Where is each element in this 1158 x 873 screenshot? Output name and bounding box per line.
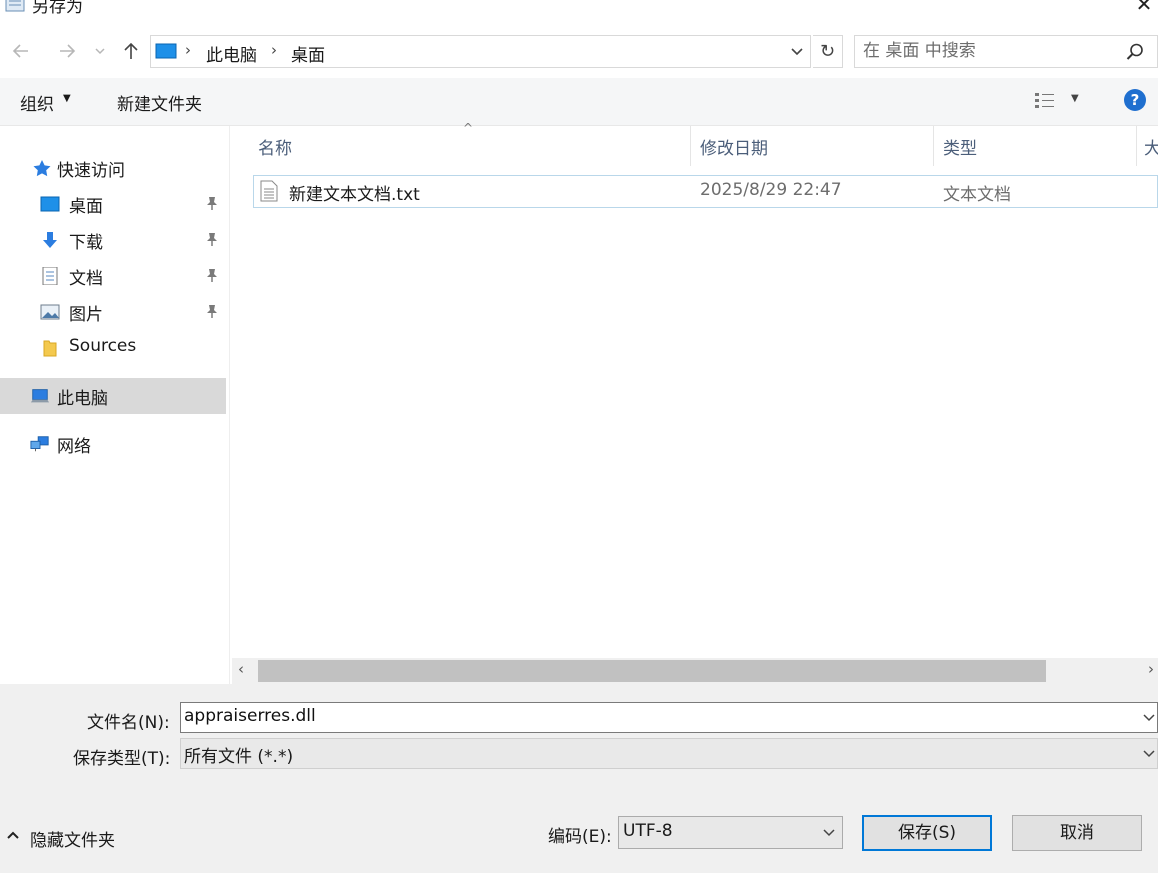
- refresh-button[interactable]: ↻: [813, 35, 843, 68]
- save-form-panel: 文件名(N): 保存类型(T): 所有文件 (*.*) 隐藏文件夹 编码(E):…: [0, 684, 1158, 873]
- text-file-icon: [260, 180, 278, 202]
- forward-button[interactable]: [54, 40, 80, 66]
- nav-item-label: Sources: [69, 336, 137, 356]
- up-button[interactable]: [118, 40, 144, 66]
- help-icon[interactable]: ?: [1124, 89, 1146, 111]
- nav-item-sources[interactable]: Sources: [0, 330, 226, 366]
- scroll-right-icon[interactable]: ›: [1148, 660, 1154, 678]
- column-divider[interactable]: [690, 126, 691, 166]
- nav-network-label: 网络: [57, 437, 91, 457]
- nav-network[interactable]: 网络: [0, 426, 226, 462]
- details-view-icon[interactable]: [1034, 92, 1056, 110]
- back-button[interactable]: [8, 40, 34, 66]
- chevron-up-icon: [6, 828, 20, 846]
- pin-icon[interactable]: [204, 195, 220, 211]
- view-options-caret-icon[interactable]: ▼: [1071, 93, 1079, 104]
- star-icon: [33, 160, 51, 177]
- recent-locations-button[interactable]: [90, 40, 110, 66]
- encoding-label: 编码(E):: [548, 827, 612, 847]
- scrollbar-thumb[interactable]: [258, 660, 1046, 682]
- computer-icon: [30, 389, 50, 403]
- close-icon: ✕: [1135, 0, 1153, 16]
- filetype-select[interactable]: 所有文件 (*.*): [180, 738, 1158, 769]
- column-header-name[interactable]: 名称: [258, 134, 292, 159]
- search-box[interactable]: [854, 35, 1158, 68]
- nav-quick-access[interactable]: 快速访问: [0, 150, 226, 186]
- breadcrumb-desktop[interactable]: 桌面: [291, 41, 325, 66]
- sort-ascending-icon: ^: [463, 121, 474, 135]
- nav-item-label: 桌面: [69, 197, 103, 217]
- organize-button[interactable]: 组织: [20, 90, 54, 115]
- search-icon[interactable]: [1125, 42, 1145, 62]
- nav-item-documents[interactable]: 文档: [0, 258, 226, 294]
- breadcrumb-this-pc[interactable]: 此电脑: [206, 41, 257, 66]
- pin-icon[interactable]: [204, 267, 220, 283]
- nav-item-label: 文档: [69, 269, 103, 289]
- caret-down-icon: ▼: [63, 93, 71, 104]
- cancel-button[interactable]: 取消: [1012, 815, 1142, 851]
- chevron-down-icon: [95, 48, 105, 55]
- address-bar[interactable]: › 此电脑 › 桌面: [150, 35, 811, 68]
- scroll-left-icon[interactable]: ‹: [238, 660, 244, 678]
- column-divider[interactable]: [1136, 126, 1137, 166]
- arrow-up-icon: [124, 42, 138, 59]
- chevron-down-icon: [821, 824, 837, 846]
- chevron-down-icon[interactable]: [1141, 709, 1157, 731]
- arrow-right-icon: [60, 44, 76, 58]
- nav-quick-access-label: 快速访问: [57, 161, 125, 181]
- column-header-type[interactable]: 类型: [943, 134, 977, 159]
- pin-icon[interactable]: [204, 231, 220, 247]
- encoding-select[interactable]: UTF-8: [618, 816, 843, 849]
- filetype-value: 所有文件 (*.*): [184, 747, 294, 767]
- new-folder-button[interactable]: 新建文件夹: [117, 90, 202, 115]
- folder-icon: [43, 340, 57, 357]
- toolbar: 组织 ▼ 新建文件夹 ▼ ?: [0, 78, 1158, 126]
- search-input[interactable]: [863, 41, 1113, 61]
- nav-item-downloads[interactable]: 下载: [0, 222, 226, 258]
- filename-input[interactable]: [184, 706, 1124, 726]
- refresh-icon: ↻: [819, 41, 836, 62]
- close-button[interactable]: ✕: [1130, 0, 1158, 18]
- window-title: 另存为: [32, 0, 83, 17]
- nav-item-label: 图片: [69, 305, 103, 325]
- arrow-left-icon: [12, 44, 28, 58]
- horizontal-scrollbar[interactable]: ‹ ›: [232, 658, 1158, 684]
- nav-item-desktop[interactable]: 桌面: [0, 186, 226, 222]
- address-dropdown-icon[interactable]: [789, 40, 805, 66]
- pin-icon[interactable]: [204, 303, 220, 319]
- nav-item-pictures[interactable]: 图片: [0, 294, 226, 330]
- column-header-size[interactable]: 大: [1144, 134, 1158, 159]
- nav-item-label: 下载: [69, 233, 103, 253]
- filename-combobox[interactable]: [180, 702, 1158, 733]
- chevron-right-icon: ›: [271, 41, 277, 59]
- title-bar: 另存为 ✕: [0, 0, 1158, 30]
- column-divider[interactable]: [933, 126, 934, 166]
- nav-this-pc[interactable]: 此电脑: [0, 378, 226, 414]
- file-name: 新建文本文档.txt: [289, 185, 420, 205]
- desktop-icon: [40, 196, 60, 212]
- chevron-down-icon[interactable]: [1141, 745, 1157, 767]
- chevron-right-icon: ›: [185, 41, 191, 59]
- monitor-icon: [155, 43, 177, 59]
- save-button[interactable]: 保存(S): [862, 815, 992, 851]
- encoding-value: UTF-8: [623, 821, 673, 841]
- filetype-label: 保存类型(T):: [73, 749, 171, 769]
- navigation-pane: 快速访问 桌面 下载 文档 图片 Sources 此电脑 网络: [0, 126, 230, 684]
- file-row[interactable]: 新建文本文档.txt 2025/8/29 22:47 文本文档: [253, 175, 1158, 208]
- filename-label: 文件名(N):: [87, 713, 170, 733]
- notepad-icon: [5, 0, 25, 12]
- hide-folders-label: 隐藏文件夹: [30, 831, 115, 851]
- column-header-modified[interactable]: 修改日期: [700, 134, 768, 159]
- nav-this-pc-label: 此电脑: [57, 389, 108, 409]
- file-type: 文本文档: [943, 185, 1011, 205]
- picture-icon: [40, 304, 60, 320]
- download-icon: [43, 232, 57, 248]
- network-icon: [30, 436, 49, 452]
- file-modified: 2025/8/29 22:47: [700, 180, 842, 200]
- document-icon: [42, 267, 58, 285]
